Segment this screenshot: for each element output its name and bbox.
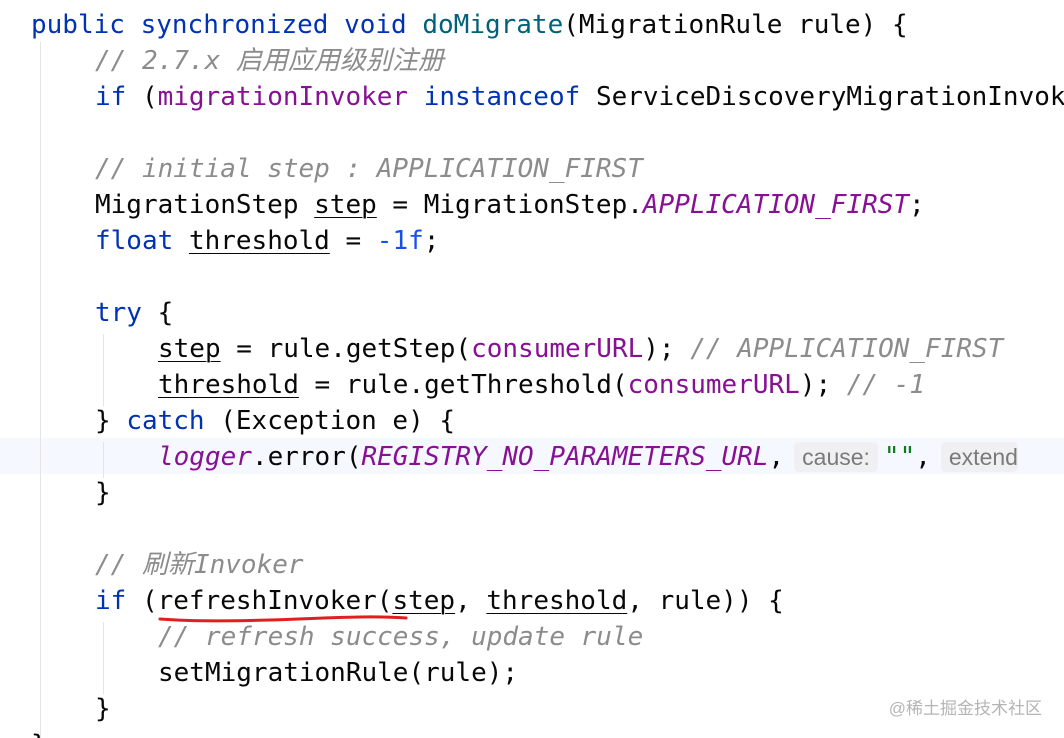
keyword: void — [344, 10, 407, 40]
keyword: try — [95, 298, 142, 328]
code-line[interactable]: } — [95, 475, 111, 511]
number-literal: -1f — [376, 226, 424, 256]
type-name: MigrationStep — [95, 190, 299, 220]
code-line[interactable]: } catch (Exception e) { — [95, 403, 455, 439]
constant: APPLICATION_FIRST — [642, 190, 909, 220]
indent-guide — [103, 622, 104, 694]
code-line[interactable]: threshold = rule.getThreshold(consumerUR… — [158, 367, 925, 403]
code-editor[interactable]: public synchronized void doMigrate(Migra… — [0, 0, 1064, 738]
code-text: } — [95, 406, 127, 436]
code-line[interactable]: float threshold = -1f; — [95, 223, 439, 259]
keyword: synchronized — [140, 10, 329, 40]
code-text: } — [95, 694, 111, 724]
code-text: ); — [643, 334, 675, 364]
string-literal: "" — [883, 442, 916, 472]
type-name: ServiceDiscoveryMigrationInvoker — [595, 82, 1064, 112]
comment: // refresh success, update rule — [158, 622, 644, 652]
comment: // initial step : APPLICATION_FIRST — [95, 154, 643, 184]
code-text: = MigrationStep. — [376, 190, 643, 220]
code-text: setMigrationRule(rule); — [158, 658, 519, 688]
code-line[interactable]: // 刷新Invoker — [95, 547, 304, 583]
indent-guide — [103, 442, 104, 478]
comment: // 2.7.x 启用应用级别注册 — [95, 46, 444, 76]
code-line[interactable]: // refresh success, update rule — [158, 619, 643, 655]
code-text: ( — [126, 82, 158, 112]
parameter-hint: cause: — [794, 442, 878, 472]
red-underline-annotation — [158, 615, 408, 623]
indent-guide — [40, 42, 41, 738]
field-name: migrationInvoker — [157, 82, 409, 112]
code-text: } — [95, 478, 111, 508]
keyword: instanceof — [423, 82, 581, 112]
code-text: { — [141, 298, 174, 328]
code-text: ; — [423, 226, 440, 256]
code-text: (Exception e) { — [204, 406, 456, 436]
method-name: doMigrate — [422, 10, 564, 40]
variable: threshold — [158, 370, 299, 400]
variable: threshold — [188, 226, 330, 256]
variable: step — [158, 334, 221, 364]
code-text: , — [768, 442, 785, 472]
indent-guide — [103, 334, 104, 406]
code-text: ); — [799, 370, 832, 400]
field-name: consumerURL — [471, 334, 644, 364]
field-name: consumerURL — [627, 370, 800, 400]
keyword: float — [95, 226, 174, 256]
code-text: , — [455, 586, 487, 616]
code-text: } — [31, 730, 47, 738]
code-line[interactable]: logger.error(REGISTRY_NO_PARAMETERS_URL,… — [158, 439, 1018, 475]
comment: // 刷新Invoker — [95, 550, 304, 580]
code-text: .error( — [251, 442, 362, 472]
variable: step — [314, 190, 377, 220]
code-line[interactable]: MigrationStep step = MigrationStep.APPLI… — [95, 187, 925, 223]
comment: // -1 — [846, 370, 926, 400]
code-text: = rule.getThreshold( — [298, 370, 628, 400]
code-text: ( — [126, 586, 158, 616]
watermark: @稀土掘金技术社区 — [888, 699, 1042, 718]
field-name: logger — [158, 442, 252, 472]
keyword: public — [31, 10, 125, 40]
keyword: if — [95, 586, 127, 616]
code-line[interactable]: // initial step : APPLICATION_FIRST — [95, 151, 643, 187]
code-text: = rule.getStep( — [220, 334, 472, 364]
code-text: , rule)) { — [627, 586, 784, 616]
code-line[interactable]: // 2.7.x 启用应用级别注册 — [95, 43, 444, 79]
keyword: catch — [126, 406, 205, 436]
code-line[interactable]: } — [95, 691, 111, 727]
code-line[interactable]: if (migrationInvoker instanceof ServiceD… — [95, 79, 1064, 115]
code-text: = — [329, 226, 377, 256]
code-line[interactable]: } — [31, 727, 47, 738]
code-line[interactable]: step = rule.getStep(consumerURL); // APP… — [158, 331, 1003, 367]
code-text: ; — [909, 190, 925, 220]
parameter-hint: extend — [940, 442, 1018, 472]
comment: // APPLICATION_FIRST — [690, 334, 1004, 364]
code-text: , — [915, 442, 931, 472]
code-line[interactable]: setMigrationRule(rule); — [158, 655, 518, 691]
constant: REGISTRY_NO_PARAMETERS_URL — [361, 442, 769, 472]
keyword: if — [95, 82, 127, 112]
code-text: (MigrationRule rule) { — [563, 10, 908, 40]
code-line[interactable]: public synchronized void doMigrate(Migra… — [31, 7, 908, 43]
code-line[interactable]: try { — [95, 295, 173, 331]
variable: threshold — [486, 586, 628, 616]
